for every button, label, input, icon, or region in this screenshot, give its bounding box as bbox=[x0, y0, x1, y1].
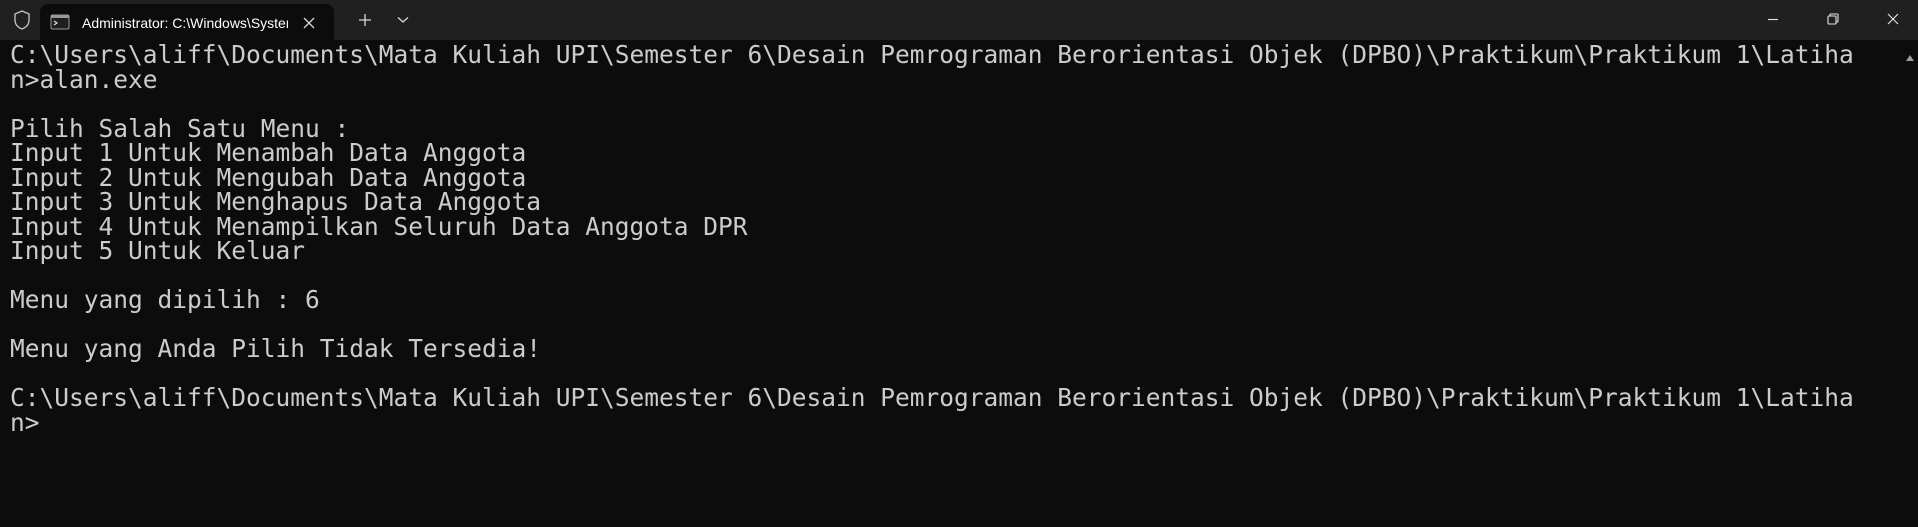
tab-cmd[interactable]: Administrator: C:\Windows\System32\cmd.e… bbox=[40, 4, 334, 40]
terminal-line: C:\Users\aliff\Documents\Mata Kuliah UPI… bbox=[10, 383, 1854, 412]
restore-icon[interactable] bbox=[1810, 0, 1856, 38]
minimize-icon[interactable] bbox=[1750, 0, 1796, 38]
tab-title: Administrator: C:\Windows\System32\cmd.e… bbox=[82, 15, 288, 31]
close-icon[interactable] bbox=[1870, 0, 1916, 38]
title-bar[interactable]: Administrator: C:\Windows\System32\cmd.e… bbox=[0, 0, 1918, 40]
terminal-prompt-line: n> bbox=[10, 407, 40, 437]
terminal-window: Administrator: C:\Windows\System32\cmd.e… bbox=[0, 0, 1918, 527]
terminal-line: Input 5 Untuk Keluar bbox=[10, 236, 306, 265]
terminal-line: C:\Users\aliff\Documents\Mata Kuliah UPI… bbox=[10, 40, 1854, 69]
terminal-line: Menu yang dipilih : 6 bbox=[10, 285, 320, 314]
shield-icon[interactable] bbox=[8, 6, 36, 34]
plus-icon[interactable] bbox=[350, 5, 380, 35]
chevron-down-icon[interactable] bbox=[388, 5, 418, 35]
terminal-output[interactable]: C:\Users\aliff\Documents\Mata Kuliah UPI… bbox=[0, 40, 1900, 527]
terminal-icon bbox=[50, 12, 70, 32]
scroll-up-arrow-icon[interactable] bbox=[1905, 48, 1915, 61]
terminal-line: Menu yang Anda Pilih Tidak Tersedia! bbox=[10, 334, 542, 363]
terminal-line: n>alan.exe bbox=[10, 64, 158, 94]
close-icon[interactable] bbox=[296, 10, 322, 36]
